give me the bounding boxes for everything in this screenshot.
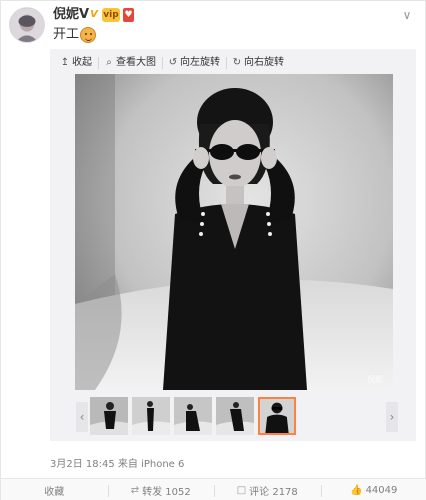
repost-button[interactable]: ⇄ 转发 1052	[107, 479, 215, 500]
chevron-down-icon[interactable]: ∨	[399, 7, 415, 23]
photo-watermark: 倪妮	[367, 375, 383, 384]
comment-button[interactable]: □ 评论 2178	[214, 479, 321, 500]
collapse-icon: ↥	[60, 57, 70, 68]
prev-arrow-icon[interactable]: ‹	[76, 402, 88, 432]
verified-badge[interactable]: V	[87, 8, 101, 22]
like-button[interactable]: 👍 44049	[320, 479, 426, 500]
rotate-left-icon: ↺	[168, 57, 178, 68]
view-large-label: 查看大图	[116, 57, 156, 68]
favorite-button[interactable]: 收藏	[1, 479, 108, 500]
repost-icon: ⇄	[130, 484, 140, 496]
post-text: 开工	[53, 27, 80, 42]
thumbnail-2[interactable]	[132, 397, 170, 435]
repost-label: 转发 1052	[142, 486, 191, 498]
weibo-post-card: 倪妮V V vip ♥ ∨ 开工 ↥ 收起 ⌕ 查看大图 ↺ 向左旋转 ↻ 向右…	[0, 0, 426, 500]
media-viewer: ↥ 收起 ⌕ 查看大图 ↺ 向左旋转 ↻ 向右旋转 倪妮 ‹ ›	[50, 49, 416, 441]
rotate-right-icon: ↻	[232, 57, 242, 68]
rotate-left-label: 向左旋转	[180, 57, 220, 68]
comment-label: 评论 2178	[249, 486, 298, 498]
thumbnail-strip: ‹ ›	[50, 395, 416, 439]
like-count: 44049	[365, 484, 398, 496]
rotate-right-label: 向右旋转	[244, 57, 284, 68]
thumbs-up-icon: 👍	[350, 484, 363, 496]
thumbnail-5-selected[interactable]	[258, 397, 296, 435]
post-timestamp-source[interactable]: 3月2日 18:45 来自 iPhone 6	[50, 455, 184, 470]
main-photo[interactable]: 倪妮	[75, 74, 393, 390]
comment-icon: □	[236, 484, 247, 496]
next-arrow-icon[interactable]: ›	[386, 402, 398, 432]
rotate-right-button[interactable]: ↻ 向右旋转	[232, 57, 290, 69]
post-actions-bar: 收藏 ⇄ 转发 1052 □ 评论 2178 👍 44049	[1, 478, 426, 500]
favorite-label: 收藏	[44, 486, 65, 498]
vip-badge[interactable]: vip	[102, 8, 120, 22]
collapse-button[interactable]: ↥ 收起	[60, 57, 99, 69]
thumbnail-4[interactable]	[216, 397, 254, 435]
thumbnail-1[interactable]	[90, 397, 128, 435]
collapse-label: 收起	[72, 57, 92, 68]
red-badge-icon[interactable]: ♥	[123, 8, 134, 22]
media-toolbar: ↥ 收起 ⌕ 查看大图 ↺ 向左旋转 ↻ 向右旋转	[60, 55, 295, 71]
smile-emoji-icon	[80, 27, 96, 43]
rotate-left-button[interactable]: ↺ 向左旋转	[168, 57, 227, 69]
avatar[interactable]	[9, 7, 45, 43]
magnifier-icon: ⌕	[106, 57, 112, 68]
username-link[interactable]: 倪妮V	[53, 7, 89, 23]
view-large-button[interactable]: ⌕ 查看大图	[104, 57, 163, 69]
thumbnail-3[interactable]	[174, 397, 212, 435]
